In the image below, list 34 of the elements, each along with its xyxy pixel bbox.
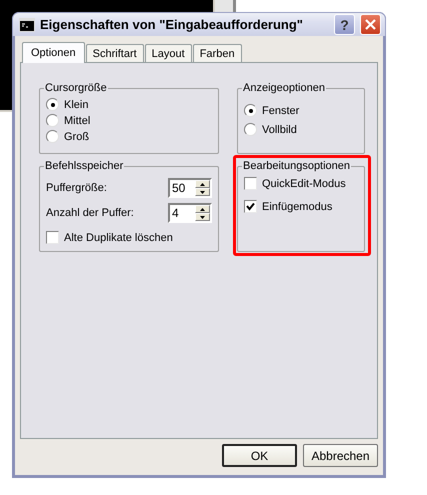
checkbox-label: Einfügemodus (262, 200, 332, 212)
option-label: Vollbild (262, 124, 297, 136)
tab[interactable]: Layout (144, 44, 192, 62)
radio-button[interactable] (46, 130, 59, 143)
help-button[interactable]: ? (334, 14, 355, 35)
radio-button[interactable] (46, 98, 59, 111)
radio-button[interactable] (46, 114, 59, 127)
radio-button[interactable] (244, 104, 257, 117)
radio-button[interactable] (244, 123, 257, 136)
close-button[interactable] (360, 14, 381, 35)
option-label: Mittel (64, 114, 90, 126)
tab[interactable]: Schriftart (86, 44, 144, 62)
group-title: Cursorgröße (44, 82, 108, 94)
checkbox-label: Alte Duplikate löschen (64, 232, 173, 244)
field-label: Puffergröße: (46, 182, 107, 194)
option-label: Groß (64, 130, 90, 142)
dialog-button[interactable]: Abbrechen (303, 444, 378, 467)
window-title: Eigenschaften von "Eingabeaufforderung" (40, 17, 304, 32)
window-edge (215, 0, 236, 12)
console-icon (19, 18, 35, 32)
close-icon (364, 18, 377, 31)
checkbox[interactable] (46, 231, 59, 244)
option-label: Fenster (262, 104, 300, 116)
group-title: Bearbeitungsoptionen (242, 160, 352, 172)
dialog-button[interactable]: OK (222, 444, 297, 467)
tab[interactable]: Optionen (22, 42, 85, 63)
tab[interactable]: Farben (192, 44, 242, 62)
field-label: Anzahl der Puffer: (46, 207, 134, 219)
checkbox[interactable] (244, 177, 257, 190)
checkbox[interactable] (244, 200, 257, 213)
checkbox-label: QuickEdit-Modus (262, 178, 346, 190)
group-title: Anzeigeoptionen (242, 82, 326, 94)
option-label: Klein (64, 98, 88, 110)
group-title: Befehlsspeicher (44, 160, 124, 172)
